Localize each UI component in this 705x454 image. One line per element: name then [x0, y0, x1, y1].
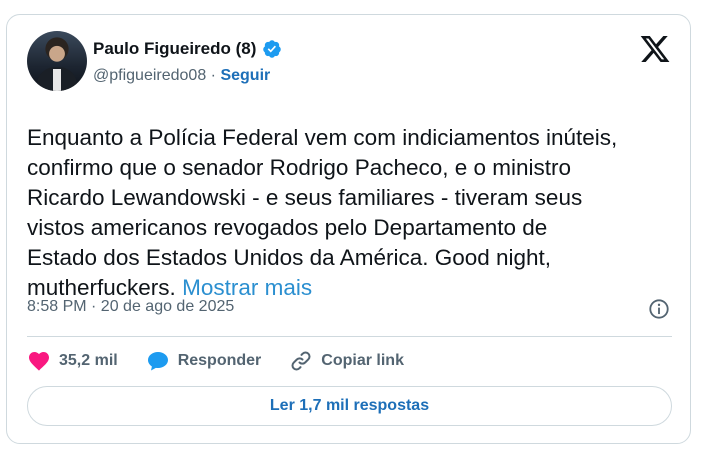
show-more-link[interactable]: Mostrar mais [182, 275, 312, 300]
author-handle[interactable]: @pfigueiredo08 [93, 67, 206, 84]
info-icon[interactable] [648, 298, 670, 320]
divider [27, 336, 672, 337]
embedded-tweet-card: Paulo Figueiredo (8) @pfigueiredo08 · Se… [6, 14, 691, 444]
tweet-body: Enquanto a Polícia Federal vem com indic… [27, 125, 618, 300]
like-button[interactable]: 35,2 mil [27, 349, 118, 373]
verified-badge-icon [263, 40, 282, 58]
author-name[interactable]: Paulo Figueiredo (8) [93, 39, 256, 59]
like-count: 35,2 mil [59, 352, 118, 369]
tweet-actions: 35,2 mil Responder Copiar link [27, 347, 432, 375]
handle-separator: · [210, 67, 216, 84]
reply-bubble-icon [147, 352, 168, 371]
follow-button[interactable]: Seguir [220, 67, 270, 84]
tweet-text: Enquanto a Polícia Federal vem com indic… [27, 123, 677, 303]
author-handle-row: @pfigueiredo08 · Seguir [93, 67, 270, 85]
x-logo-icon[interactable] [638, 33, 672, 65]
tweet-timestamp[interactable]: 8:58 PM · 20 de ago de 2025 [27, 298, 234, 316]
read-replies-button[interactable]: Ler 1,7 mil respostas [27, 386, 672, 426]
link-icon [291, 351, 311, 371]
avatar[interactable] [27, 31, 87, 91]
author-name-row: Paulo Figueiredo (8) [93, 39, 282, 59]
reply-label: Responder [177, 352, 262, 369]
heart-icon [29, 352, 49, 371]
copy-link-label: Copiar link [321, 352, 404, 369]
copy-link-button[interactable]: Copiar link [289, 349, 404, 373]
avatar-shirt [53, 69, 61, 91]
reply-button[interactable]: Responder [146, 349, 262, 373]
